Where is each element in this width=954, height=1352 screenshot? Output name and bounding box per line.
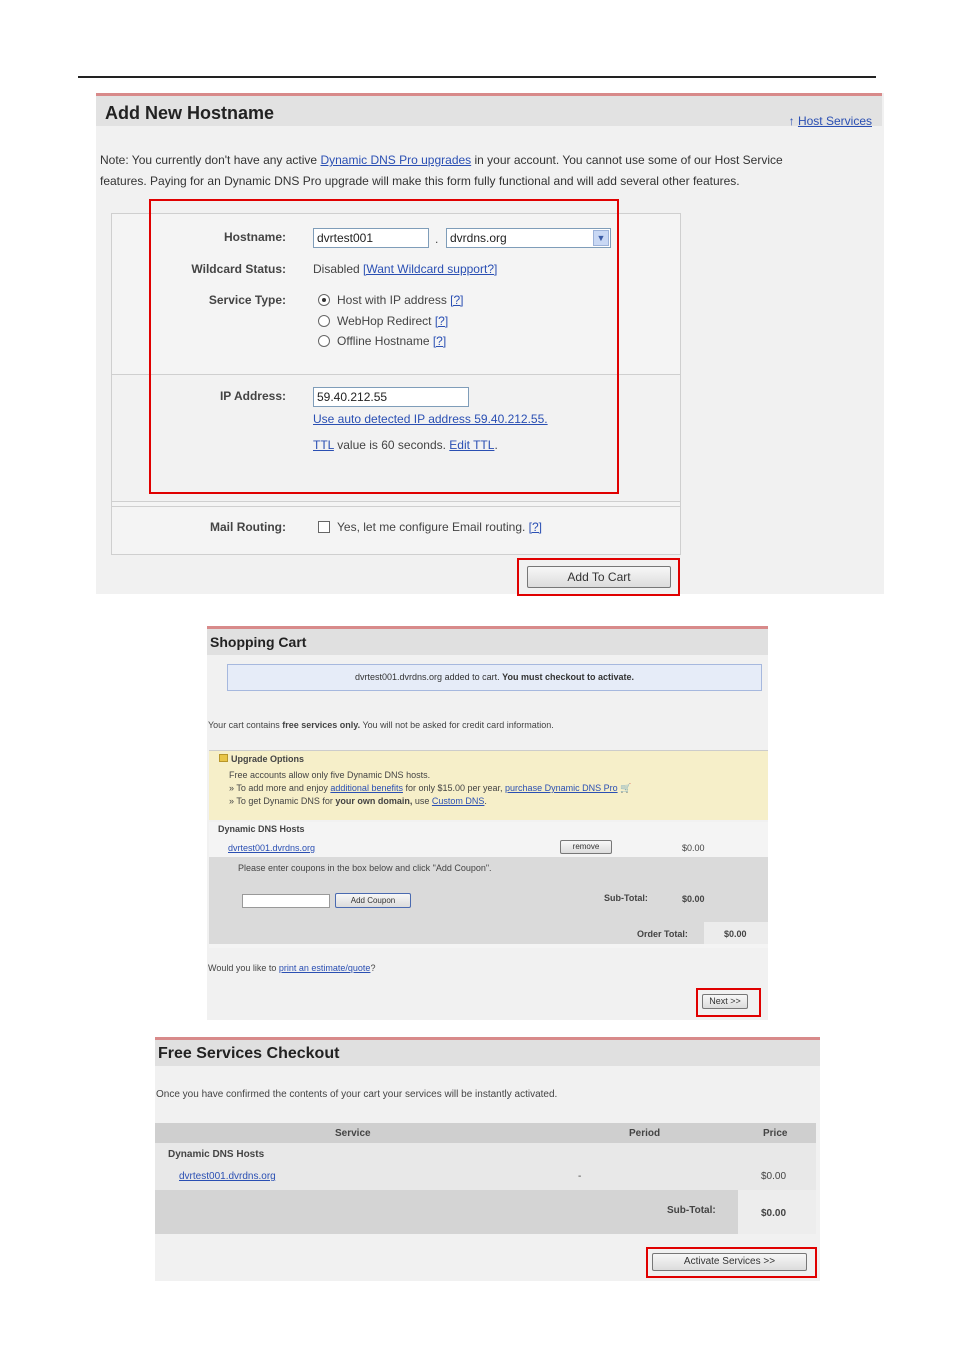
remove-button[interactable]: remove xyxy=(560,840,612,854)
col-period: Period xyxy=(629,1128,661,1139)
free-checkout-panel: Free Services Checkout Once you have con… xyxy=(155,1037,820,1281)
subtotal-value: $0.00 xyxy=(682,894,705,904)
coupon-section: Please enter coupons in the box below an… xyxy=(209,857,768,944)
pro-note: Note: You currently don't have any activ… xyxy=(100,153,783,188)
highlight-next xyxy=(696,988,761,1017)
subtotal-row: Sub-Total: $0.00 xyxy=(155,1190,816,1234)
folder-icon xyxy=(219,754,228,762)
print-quote-link[interactable]: print an estimate/quote xyxy=(279,963,371,973)
group-label: Dynamic DNS Hosts xyxy=(168,1149,265,1160)
subtotal-label: Sub-Total: xyxy=(667,1205,716,1216)
custom-dns-link[interactable]: Custom DNS xyxy=(432,796,485,806)
order-total-value: $0.00 xyxy=(724,929,747,939)
ddns-header: Dynamic DNS Hosts xyxy=(218,824,305,834)
subtotal-value: $0.00 xyxy=(761,1208,787,1219)
coupon-instructions: Please enter coupons in the box below an… xyxy=(238,863,492,873)
cart-title: Shopping Cart xyxy=(210,634,307,650)
checkout-table: Service Period Price Dynamic DNS Hosts d… xyxy=(155,1123,816,1234)
checkout-desc: Once you have confirmed the contents of … xyxy=(156,1089,558,1100)
mail-label: Mail Routing: xyxy=(210,520,286,534)
added-notice: dvrtest001.dvrdns.org added to cart. You… xyxy=(227,664,762,691)
table-header: Service Period Price xyxy=(155,1123,816,1143)
ddns-hosts-section: Dynamic DNS Hosts dvrtest001.dvrdns.org … xyxy=(209,822,768,948)
cart-icon: 🛒 xyxy=(620,783,632,793)
panel-header: Free Services Checkout xyxy=(155,1037,820,1066)
period-value: - xyxy=(578,1171,582,1182)
mail-routing-checkbox[interactable] xyxy=(318,521,330,533)
subtotal-label: Sub-Total: xyxy=(604,893,648,903)
highlight-form-box xyxy=(149,199,619,494)
shopping-cart-panel: Shopping Cart dvrtest001.dvrdns.org adde… xyxy=(207,626,768,1020)
mail-section: Mail Routing: Yes, let me configure Emai… xyxy=(112,506,680,554)
highlight-add-to-cart xyxy=(517,558,680,596)
highlight-activate xyxy=(646,1247,817,1278)
add-coupon-button[interactable]: Add Coupon xyxy=(335,893,411,908)
coupon-input[interactable] xyxy=(242,894,330,908)
purchase-pro-link[interactable]: purchase Dynamic DNS Pro xyxy=(505,783,618,793)
mail-routing-text: Yes, let me configure Email routing. [?] xyxy=(337,520,543,534)
host-price: $0.00 xyxy=(682,843,705,853)
host-link[interactable]: dvrtest001.dvrdns.org xyxy=(228,843,315,853)
col-price: Price xyxy=(763,1128,788,1139)
host-services-link[interactable]: ↑ Host Services xyxy=(789,114,872,128)
pro-upgrades-link[interactable]: Dynamic DNS Pro upgrades xyxy=(320,153,471,167)
panel-header: Shopping Cart xyxy=(207,626,768,655)
checkout-title: Free Services Checkout xyxy=(158,1045,340,1062)
up-arrow-icon: ↑ xyxy=(788,114,795,128)
page-title: Add New Hostname xyxy=(105,103,275,123)
host-link[interactable]: dvrtest001.dvrdns.org xyxy=(179,1171,276,1182)
panel-header: Add New Hostname ↑ Host Services xyxy=(96,93,882,128)
price-value: $0.00 xyxy=(761,1171,787,1182)
table-row: dvrtest001.dvrdns.org xyxy=(179,1171,276,1182)
free-services-note: Your cart contains free services only. Y… xyxy=(208,720,554,730)
col-service: Service xyxy=(335,1128,371,1139)
quote-prompt: Would you like to print an estimate/quot… xyxy=(208,963,376,973)
additional-benefits-link[interactable]: additional benefits xyxy=(330,783,403,793)
upgrade-options: Upgrade Options Free accounts allow only… xyxy=(209,750,768,820)
page-rule xyxy=(78,76,876,78)
order-total-label: Order Total: xyxy=(637,929,688,939)
